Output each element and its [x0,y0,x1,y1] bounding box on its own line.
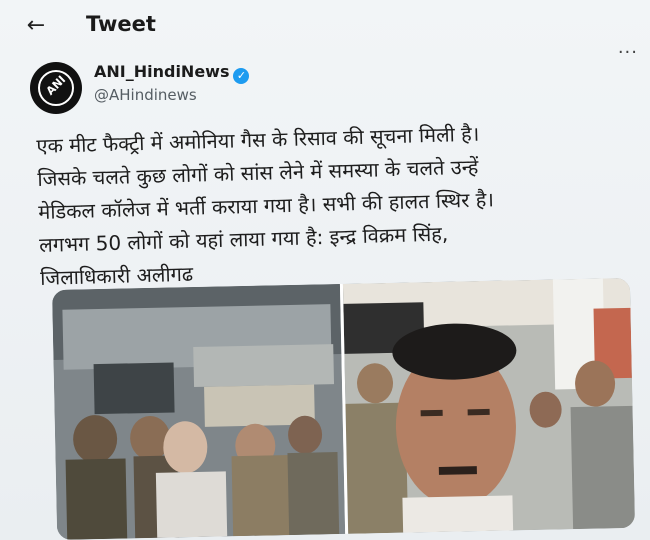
tweet-media[interactable] [52,277,636,540]
author-handle[interactable]: @AHindinews [94,86,197,104]
photo-official-selfie-image [342,277,636,534]
avatar[interactable]: ANI [30,62,82,114]
photo-police-hospital-image [52,283,346,540]
author-name-text: ANI_HindiNews [94,62,230,81]
top-bar: ← Tweet [0,0,650,52]
more-options-icon[interactable]: ··· [618,42,638,63]
author-name[interactable]: ANI_HindiNews ✓ [94,62,250,84]
tweet-screen: ← Tweet ANI ANI_HindiNews ✓ @AHindinews ·… [0,0,650,540]
tweet-text: एक मीट फैक्ट्री में अमोनिया गैस के रिसाव… [36,114,630,295]
verified-badge-icon: ✓ [233,68,250,84]
page-title: Tweet [86,12,156,36]
arrow-left-icon[interactable]: ← [22,12,50,40]
photo-official-selfie[interactable] [342,277,636,534]
tweet-author[interactable]: ANI ANI_HindiNews ✓ @AHindinews [30,58,630,118]
photo-police-hospital[interactable] [52,283,346,540]
